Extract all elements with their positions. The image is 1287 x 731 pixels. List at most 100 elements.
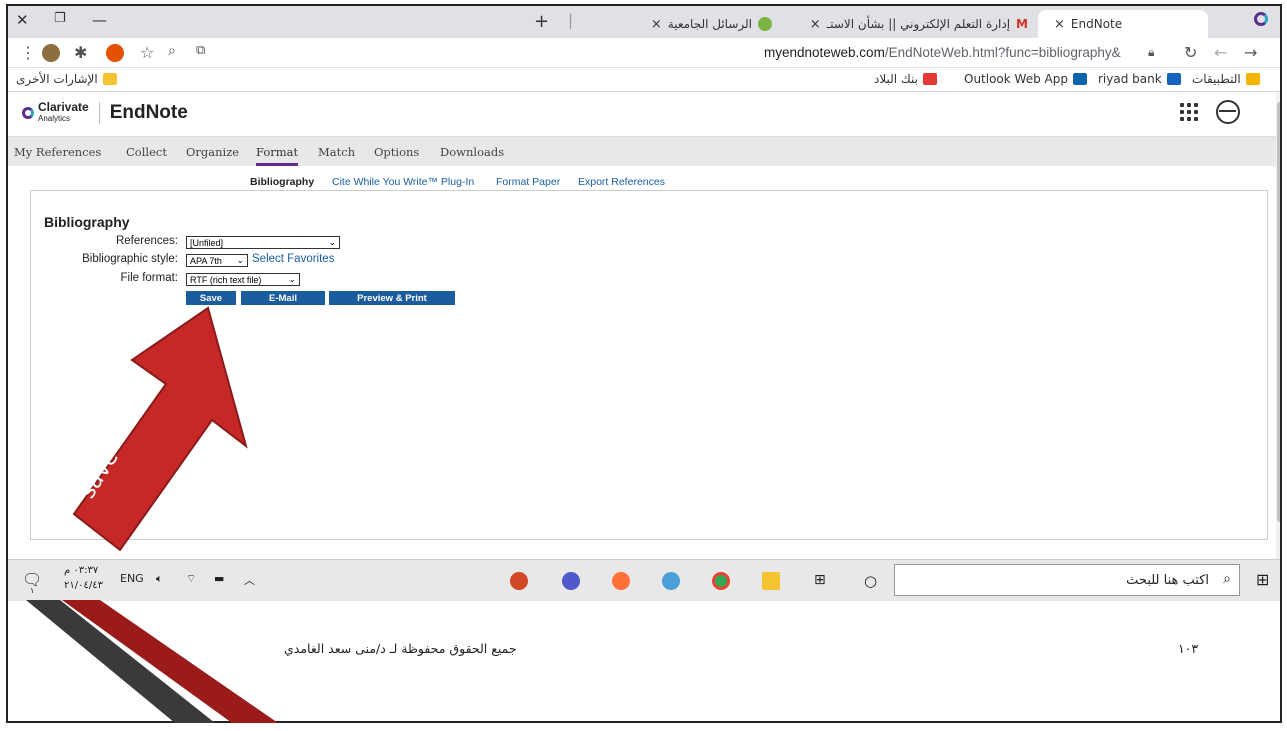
search-icon: ⌕ — [1223, 571, 1231, 587]
file-explorer-icon[interactable] — [762, 572, 780, 590]
account-icon[interactable] — [1216, 100, 1240, 124]
bookmark-label: بنك البلاد — [874, 72, 919, 86]
style-value: APA 7th — [190, 255, 222, 266]
chrome-icon[interactable] — [712, 572, 730, 590]
address-bar: ⋮ ✱ ☆ ⌕ ⧉ myendnoteweb.com/EndNoteWeb.ht… — [8, 38, 1280, 68]
bookmark-label: Outlook Web App — [964, 72, 1068, 86]
firefox-icon[interactable] — [612, 572, 630, 590]
teams-icon[interactable] — [562, 572, 580, 590]
preview-print-button[interactable]: Preview & Print — [329, 291, 455, 305]
file-format-select[interactable]: RTF (rich text file) ⌄ — [186, 273, 300, 286]
cortana-icon[interactable]: ○ — [864, 572, 877, 590]
clock-date[interactable]: ٢١/٠٤/٤٣ — [64, 580, 103, 591]
bookmark-label: التطبيقات — [1192, 72, 1241, 86]
bookmark-riyad-bank[interactable]: riyad bank — [1098, 72, 1181, 86]
clock-time[interactable]: ٠٣:٣٧ م — [64, 565, 98, 576]
logo-divider — [98, 102, 100, 124]
tab-label: الرسائل الجامعية — [667, 17, 752, 31]
tab-my-references[interactable]: My References — [14, 145, 101, 159]
volume-icon[interactable]: 🔈︎ — [156, 572, 163, 586]
browser-titlebar: ✕ ❐ — + | الرسائل الجامعية × M إدارة الت… — [8, 6, 1280, 38]
bibliography-heading: Bibliography — [44, 214, 130, 230]
tab-options[interactable]: Options — [374, 145, 419, 159]
tab-close-icon[interactable]: × — [1054, 17, 1065, 32]
taskbar-search-input[interactable]: اكتب هنا للبحث ⌕ — [894, 564, 1240, 596]
wifi-icon[interactable]: ⌔ — [186, 572, 196, 586]
folder-icon — [102, 73, 117, 85]
bookmark-outlook[interactable]: Outlook Web App — [964, 72, 1087, 86]
bibliographic-style-select[interactable]: APA 7th ⌄ — [186, 254, 248, 267]
translate-icon[interactable]: ⧉ — [196, 43, 205, 58]
search-lens-icon[interactable]: ⌕ — [168, 43, 176, 59]
language-indicator[interactable]: ENG — [120, 572, 144, 585]
tab-match[interactable]: Match — [318, 145, 355, 159]
battery-icon[interactable]: ▬ — [214, 572, 224, 585]
email-button[interactable]: E-Mail — [241, 291, 325, 305]
submenu-format-paper[interactable]: Format Paper — [496, 176, 560, 188]
profile-avatar-icon[interactable] — [42, 44, 60, 62]
menu-dots-icon[interactable]: ⋮ — [20, 43, 36, 62]
network-app-icon[interactable] — [662, 572, 680, 590]
extension-icon[interactable] — [106, 44, 124, 62]
select-favorites-link[interactable]: Select Favorites — [252, 253, 334, 265]
chevron-down-icon: ⌄ — [236, 255, 244, 265]
bookmark-bank-albilad[interactable]: بنك البلاد — [874, 72, 938, 86]
extensions-puzzle-icon[interactable]: ✱ — [74, 43, 87, 62]
new-tab-button[interactable]: + — [534, 11, 549, 32]
windows-taskbar: 🗨︎ ١ ٠٣:٣٧ م ٢١/٠٤/٤٣ ENG 🔈︎ ⌔ ▬ ︿ ⊞ ○ ا… — [8, 559, 1280, 601]
tab-downloads[interactable]: Downloads — [440, 145, 504, 159]
tab-format[interactable]: Format — [256, 145, 299, 166]
other-bookmarks[interactable]: الإشارات الأخرى — [16, 72, 117, 86]
submenu-bibliography[interactable]: Bibliography — [250, 176, 314, 188]
close-window-icon[interactable]: ✕ — [16, 11, 29, 29]
gmail-icon: M — [1016, 17, 1028, 31]
url-field[interactable]: myendnoteweb.com/EndNoteWeb.html?func=bi… — [764, 45, 1121, 60]
endnote-header: Clarivate Analytics EndNote — [8, 92, 1276, 136]
format-value: RTF (rich text file) — [190, 274, 262, 285]
reload-icon[interactable]: ↻ — [1184, 43, 1197, 62]
main-menu: My References Collect Organize Format Ma… — [8, 136, 1276, 166]
tab-close-icon[interactable]: × — [810, 17, 821, 32]
task-view-icon[interactable]: ⊞ — [814, 572, 826, 588]
back-icon[interactable]: → — [1244, 43, 1257, 62]
search-placeholder: اكتب هنا للبحث — [1126, 572, 1209, 588]
tab-endnote[interactable]: × EndNote — [1038, 10, 1208, 38]
endnote-title: EndNote — [109, 102, 188, 123]
endnote-page: Clarivate Analytics EndNote My References… — [8, 92, 1276, 559]
bibliographic-style-label: Bibliographic style: — [82, 253, 178, 265]
chevron-up-icon[interactable]: ︿ — [244, 572, 255, 588]
bank-albilad-icon — [923, 73, 938, 85]
references-select[interactable]: [Unfiled] ⌄ — [186, 236, 340, 249]
submenu-cwyw[interactable]: Cite While You Write™ Plug-In — [332, 176, 474, 188]
references-label: References: — [115, 235, 178, 247]
tab-organize[interactable]: Organize — [186, 145, 239, 159]
tab-elearning-gmail[interactable]: M إدارة التعلم الإلكتروني || بشأن الاستـ… — [788, 10, 1038, 38]
powerpoint-icon[interactable] — [510, 572, 528, 590]
apps-grid-icon[interactable] — [1180, 103, 1198, 121]
page-scrollbar[interactable] — [1276, 92, 1280, 559]
forward-icon[interactable]: ← — [1214, 43, 1227, 62]
page-number: ١٠٣ — [1178, 641, 1199, 656]
save-button[interactable]: Save — [186, 291, 236, 305]
outlook-icon — [1072, 73, 1087, 85]
tab-university-theses[interactable]: الرسائل الجامعية × — [582, 10, 782, 38]
scrollbar-thumb[interactable] — [1277, 102, 1280, 522]
lock-icon[interactable]: 🔒︎ — [1148, 45, 1154, 60]
file-format-label: File format: — [120, 272, 178, 284]
chevron-down-icon: ⌄ — [328, 237, 336, 247]
chevron-down-icon: ⌄ — [288, 274, 296, 284]
globe-icon — [758, 17, 772, 31]
windows-start-icon[interactable]: ⊞ — [1256, 570, 1269, 589]
submenu-export-references[interactable]: Export References — [578, 176, 665, 188]
bookmark-star-icon[interactable]: ☆ — [140, 43, 154, 62]
logo-text: Clarivate Analytics — [38, 100, 89, 123]
bookmark-apps[interactable]: التطبيقات — [1192, 72, 1260, 86]
restore-window-icon[interactable]: ❐ — [54, 11, 66, 26]
slide-footer: جميع الحقوق محفوظة لـ د/منى سعد الغامدي … — [8, 601, 1280, 721]
clarivate-logo[interactable]: Clarivate Analytics EndNote — [22, 100, 188, 124]
riyad-bank-icon — [1166, 73, 1181, 85]
minimize-window-icon[interactable]: — — [92, 11, 107, 29]
tab-close-icon[interactable]: × — [651, 17, 662, 32]
notification-count: ١ — [30, 586, 35, 595]
tab-collect[interactable]: Collect — [126, 145, 167, 159]
